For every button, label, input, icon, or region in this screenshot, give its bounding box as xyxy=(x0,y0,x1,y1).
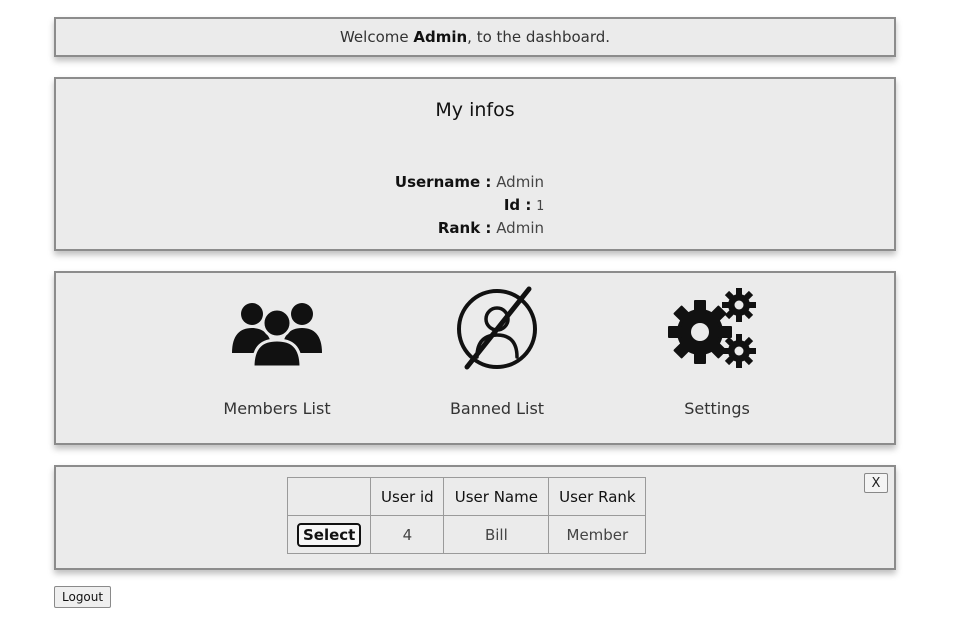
close-button[interactable]: X xyxy=(864,473,888,493)
banned-list-action[interactable]: Banned List xyxy=(417,285,577,418)
logout-button[interactable]: Logout xyxy=(54,586,112,608)
column-header-user-rank: User Rank xyxy=(548,477,647,516)
id-label: Id : xyxy=(503,196,532,214)
rank-label: Rank : xyxy=(437,219,492,237)
column-header-user-name: User Name xyxy=(443,477,550,516)
banned-user-icon xyxy=(457,286,537,370)
welcome-prefix: Welcome xyxy=(339,28,414,46)
my-infos-title: My infos xyxy=(435,99,515,121)
id-value: 1 xyxy=(536,199,544,214)
rank-value: Admin xyxy=(496,219,544,237)
column-header-select xyxy=(286,477,372,516)
info-row-username: Username : Admin xyxy=(56,173,544,191)
actions-panel: Members List Banned List Settings xyxy=(54,271,896,445)
users-table: User id User Name User Rank Select 4 Bil… xyxy=(286,477,647,554)
settings-action[interactable]: Settings xyxy=(637,285,797,418)
user-id-cell: 4 xyxy=(370,515,445,554)
welcome-banner: Welcome Admin, to the dashboard. xyxy=(54,17,896,57)
members-list-label: Members List xyxy=(223,399,331,418)
my-infos-panel: My infos Username : Admin Id : 1 Rank : … xyxy=(54,77,896,251)
info-row-id: Id : 1 xyxy=(56,196,544,214)
welcome-username: Admin xyxy=(413,28,468,46)
small-gear-icon xyxy=(722,334,756,368)
select-cell: Select xyxy=(286,515,372,554)
members-icon xyxy=(232,303,322,369)
welcome-suffix: , to the dashboard. xyxy=(467,28,611,46)
select-button[interactable]: Select xyxy=(297,522,362,547)
column-header-user-id: User id xyxy=(370,477,445,516)
user-name-cell: Bill xyxy=(443,515,550,554)
gears-icon xyxy=(668,288,756,368)
banned-list-label: Banned List xyxy=(449,399,545,418)
gear-icon xyxy=(668,300,732,364)
users-table-panel: X User id User Name User Rank Select 4 B… xyxy=(54,465,896,570)
table-header-row: User id User Name User Rank xyxy=(286,477,647,516)
table-row: Select 4 Bill Member xyxy=(286,515,647,554)
settings-label: Settings xyxy=(684,399,750,418)
username-value: Admin xyxy=(496,173,544,191)
info-row-rank: Rank : Admin xyxy=(56,219,544,237)
username-label: Username : xyxy=(394,173,492,191)
small-gear-icon xyxy=(722,288,756,322)
members-list-action[interactable]: Members List xyxy=(197,285,357,418)
user-rank-cell: Member xyxy=(548,515,647,554)
